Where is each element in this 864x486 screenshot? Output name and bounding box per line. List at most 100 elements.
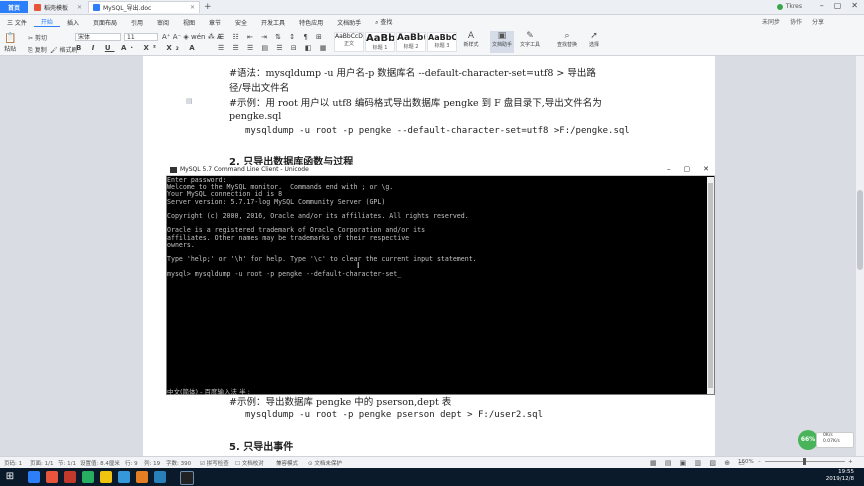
console-close-button[interactable]: ✕: [703, 165, 709, 173]
search-label: 查找: [380, 19, 393, 26]
tab-document[interactable]: MySQL_导出.doc ✕: [88, 1, 200, 13]
sync-status[interactable]: 未同步: [762, 17, 780, 26]
doc-line: #示例：导出数据库 pengke 中的 pserson,dept 表: [229, 397, 452, 408]
cut-button[interactable]: ✂ 剪切: [28, 33, 47, 42]
menu-security[interactable]: 安全: [228, 18, 254, 27]
style-heading3-name: 标题 3: [434, 43, 450, 49]
proof-label: 文档校对: [241, 461, 264, 467]
console-line: Server version: 5.7.17-log MySQL Communi…: [167, 197, 386, 206]
console-title: MySQL 5.7 Command Line Client - Unicode: [180, 166, 309, 173]
new-style-button[interactable]: A 新样式: [459, 31, 483, 53]
share-button[interactable]: 分享: [812, 17, 824, 26]
view-mode-icons[interactable]: ▦ ▤ ▣ ▥ ▧ ⊕ ▭: [650, 459, 748, 467]
taskbar-app-icon[interactable]: [46, 471, 58, 483]
status-protect[interactable]: ⊙ 文档未保护: [308, 459, 342, 467]
document-scrollbar-thumb[interactable]: [857, 190, 863, 270]
text-format-buttons[interactable]: B I U A· X² X₂ A: [76, 44, 199, 52]
taskbar-app-icon[interactable]: [118, 471, 130, 483]
menu-doc-assistant[interactable]: 文档助手: [330, 18, 368, 27]
minimize-button[interactable]: –: [820, 1, 824, 10]
status-spell-check[interactable]: ☑ 拼写检查: [200, 459, 229, 467]
menu-view[interactable]: 视图: [176, 18, 202, 27]
title-tab-bar: 首页 稻壳模板 ✕ MySQL_导出.doc ✕ +: [0, 0, 864, 15]
menu-features[interactable]: 特色应用: [292, 18, 330, 27]
taskbar-clock[interactable]: 19:55 2019/12/8: [826, 469, 854, 483]
taskbar-app-icon[interactable]: [100, 471, 112, 483]
doc-heading: 5. 只导出事件: [229, 442, 294, 453]
clock-date: 2019/12/8: [825, 476, 854, 482]
zoom-slider-knob[interactable]: [803, 458, 806, 465]
cut-label: 剪切: [34, 35, 47, 42]
doc-assistant-icon: ▣: [497, 31, 507, 41]
tab-close-icon[interactable]: ✕: [190, 4, 195, 11]
list-buttons[interactable]: ☰ ☷ ⇤ ⇥ ⇅ ↕ ¶ ⊞: [218, 33, 325, 41]
console-output[interactable]: Enter password: Welcome to the MySQL moni…: [167, 177, 707, 394]
style-heading3[interactable]: AaBbC 标题 3: [427, 32, 457, 52]
doc-line: #示例：用 root 用户以 utf8 编码格式导出数据库 pengke 到 F…: [229, 98, 602, 109]
console-maximize-button[interactable]: ▢: [684, 165, 691, 173]
zoom-level[interactable]: 160%: [738, 459, 754, 465]
status-col: 列: 19: [144, 461, 161, 467]
console-scrollbar[interactable]: [707, 177, 714, 394]
clock-time: 19:55: [838, 469, 854, 475]
console-icon: [170, 167, 177, 173]
align-buttons[interactable]: ☰ ☰ ☰ ▤ ☰ ⊟ ◧ ▦: [218, 44, 329, 52]
menu-file[interactable]: 三 文件: [0, 18, 34, 27]
zoom-out-button[interactable]: –: [758, 459, 761, 465]
tab-template[interactable]: 稻壳模板 ✕: [30, 1, 86, 13]
collaborate-button[interactable]: 协作: [790, 17, 802, 26]
menu-chapter[interactable]: 章节: [202, 18, 228, 27]
paste-button[interactable]: 📋 粘贴: [4, 33, 16, 53]
doc-assistant-label: 文档助手: [491, 42, 512, 48]
tab-home[interactable]: 首页: [0, 1, 28, 13]
font-grow-icons[interactable]: A⁺ A⁻ ◈ wén ⁂ A: [162, 33, 222, 41]
console-minimize-button[interactable]: –: [667, 165, 671, 173]
maximize-button[interactable]: ▢: [834, 1, 842, 10]
menu-developer[interactable]: 开发工具: [254, 18, 292, 27]
paragraph-mark-icon[interactable]: ▤: [186, 97, 193, 105]
text-tools-button[interactable]: ✎ 文字工具: [518, 31, 542, 53]
select-button[interactable]: ➚ 选择: [582, 31, 606, 53]
console-line: affiliates. Other names may be trademark…: [167, 233, 410, 242]
taskbar-app-icon[interactable]: [154, 471, 166, 483]
console-scrollbar-thumb[interactable]: [708, 183, 713, 388]
user-account[interactable]: Tkres: [773, 2, 806, 11]
status-words[interactable]: 字数: 390: [166, 459, 191, 467]
style-heading1[interactable]: AaBb 标题 1: [365, 32, 395, 52]
tab-home-label: 首页: [7, 4, 20, 12]
close-button[interactable]: ✕: [851, 1, 858, 10]
doc-assistant-button[interactable]: ▣ 文档助手: [490, 31, 514, 53]
new-tab-button[interactable]: +: [204, 2, 212, 12]
menu-insert[interactable]: 插入: [60, 18, 86, 27]
copy-button[interactable]: ⎘ 复制: [28, 45, 47, 55]
style-heading2[interactable]: AaBb( 标题 2: [396, 32, 426, 52]
taskbar-app-icon[interactable]: [82, 471, 94, 483]
menu-search[interactable]: ⌕ 查找: [368, 17, 399, 27]
menu-references[interactable]: 引用: [124, 18, 150, 27]
status-pages: 页面: 1/1: [30, 461, 54, 467]
style-normal[interactable]: AaBbCcDd 正文: [334, 32, 364, 52]
format-painter-button[interactable]: 🖌 格式刷: [50, 45, 78, 54]
taskbar-console-icon[interactable]: [180, 471, 194, 485]
font-size-select[interactable]: 11: [124, 33, 158, 41]
console-window-controls: – ▢ ✕: [667, 165, 709, 173]
doc-icon: [93, 4, 100, 11]
status-proof[interactable]: ☐ 文档校对: [235, 459, 264, 467]
menu-review[interactable]: 审阅: [150, 18, 176, 27]
console-line: Copyright (c) 2000, 2016, Oracle and/or …: [167, 212, 469, 221]
taskbar-app-icon[interactable]: [28, 471, 40, 483]
network-speed-widget[interactable]: 66% 0K/s 0.07K/s: [798, 428, 856, 450]
find-replace-button[interactable]: ⌕ 查找替换: [555, 31, 579, 53]
menu-bar: 三 文件 开始 插入 页面布局 引用 审阅 视图 章节 安全 开发工具 特色应用…: [0, 15, 864, 29]
menu-page-layout[interactable]: 页面布局: [86, 18, 124, 27]
zoom-in-button[interactable]: +: [848, 459, 853, 465]
tab-close-icon[interactable]: ✕: [77, 4, 82, 11]
status-setting: 设置值: 8.4厘米: [80, 461, 120, 467]
font-name-select[interactable]: 宋体: [75, 33, 121, 41]
taskbar-app-icon[interactable]: [64, 471, 76, 483]
menu-start[interactable]: 开始: [33, 17, 60, 27]
start-icon[interactable]: ⊞: [4, 471, 16, 483]
taskbar-app-icon[interactable]: [136, 471, 148, 483]
console-titlebar[interactable]: MySQL 5.7 Command Line Client - Unicode …: [166, 165, 715, 176]
text-tools-label: 文字工具: [519, 42, 540, 48]
